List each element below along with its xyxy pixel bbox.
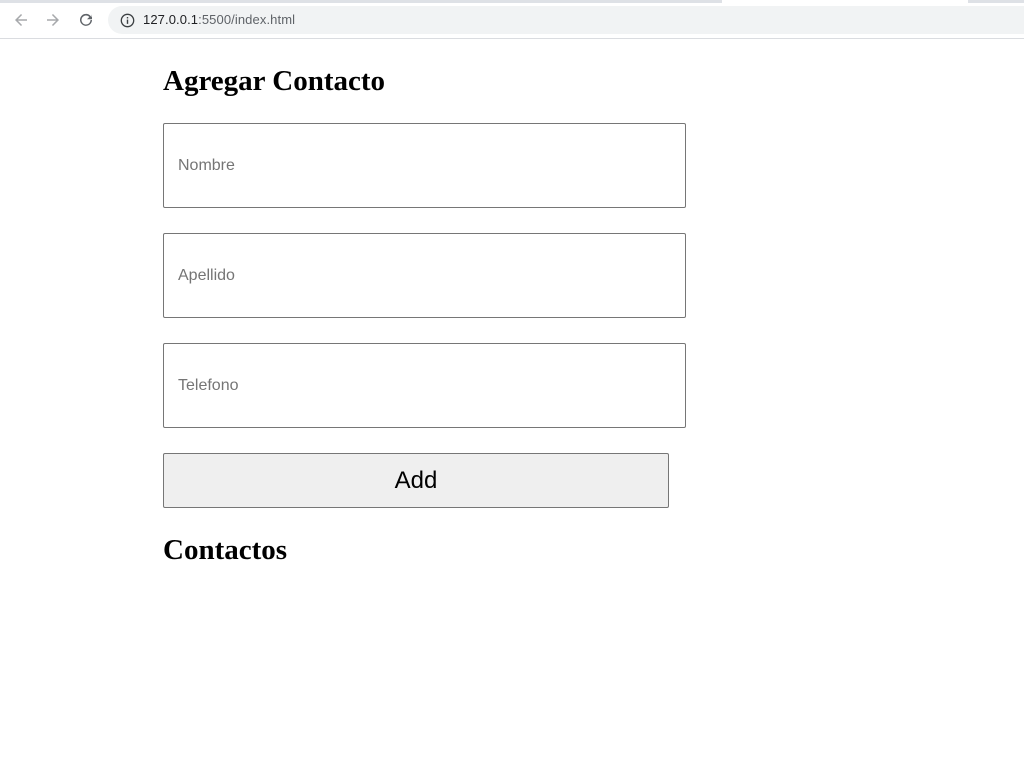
nombre-input[interactable]	[163, 123, 686, 208]
url-path: :5500/index.html	[198, 12, 296, 27]
address-bar[interactable]: 127.0.0.1:5500/index.html	[108, 6, 1024, 34]
tab-strip	[0, 0, 1024, 3]
telefono-input[interactable]	[163, 343, 686, 428]
form-title: Agregar Contacto	[163, 65, 386, 97]
arrow-left-icon	[15, 14, 27, 26]
arrow-right-icon	[47, 14, 59, 26]
forward-button[interactable]	[41, 8, 65, 32]
page-content: Agregar Contacto Add Contactos	[0, 40, 1024, 784]
browser-toolbar: 127.0.0.1:5500/index.html	[0, 0, 1024, 39]
back-button[interactable]	[9, 8, 33, 32]
info-icon[interactable]	[119, 12, 135, 28]
contacts-title: Contactos	[163, 534, 288, 566]
apellido-input[interactable]	[163, 233, 686, 318]
active-tab-edge[interactable]	[722, 0, 968, 3]
url-text[interactable]: 127.0.0.1:5500/index.html	[143, 12, 295, 28]
url-host: 127.0.0.1	[143, 12, 199, 27]
add-button[interactable]: Add	[163, 453, 669, 508]
reload-icon	[80, 13, 92, 26]
reload-button[interactable]	[74, 8, 98, 32]
